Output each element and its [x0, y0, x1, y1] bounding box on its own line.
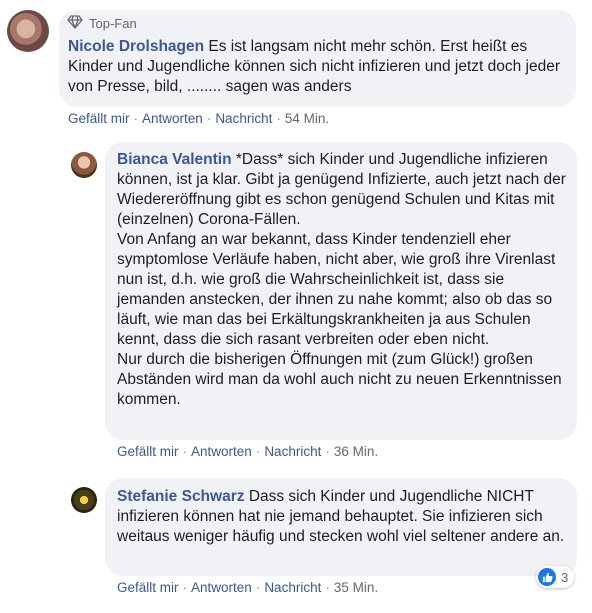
timestamp[interactable]: 54 Min. — [285, 111, 329, 126]
timestamp[interactable]: 35 Min. — [334, 580, 378, 595]
message-link[interactable]: Nachricht — [264, 580, 321, 595]
comment-text-bianca: Bianca Valentin *Dass* sich Kinder und J… — [117, 150, 574, 410]
reactions-summary[interactable]: 3 — [536, 566, 575, 588]
author-name[interactable]: Stefanie Schwarz — [117, 488, 245, 505]
message-link[interactable]: Nachricht — [264, 444, 321, 459]
comment-actions: Gefällt mir · Antworten · Nachricht · 35… — [117, 580, 379, 595]
reaction-count: 3 — [561, 569, 569, 585]
reply-link[interactable]: Antworten — [191, 580, 252, 595]
avatar-nicole[interactable] — [7, 10, 49, 52]
author-name[interactable]: Bianca Valentin — [117, 151, 232, 168]
reply-link[interactable]: Antworten — [142, 111, 203, 126]
timestamp[interactable]: 36 Min. — [334, 444, 378, 459]
comment-text-nicole: Nicole Drolshagen Es ist langsam nicht m… — [68, 37, 574, 97]
like-link[interactable]: Gefällt mir — [68, 111, 130, 126]
comment-body: *Dass* sich Kinder und Jugendliche infiz… — [117, 151, 566, 408]
diamond-icon — [67, 15, 83, 32]
avatar-bianca[interactable] — [71, 152, 97, 178]
author-name[interactable]: Nicole Drolshagen — [68, 38, 204, 55]
comment-actions: Gefällt mir · Antworten · Nachricht · 36… — [117, 444, 379, 459]
comment-text-stefanie: Stefanie Schwarz Dass sich Kinder und Ju… — [117, 487, 574, 547]
like-link[interactable]: Gefällt mir — [117, 444, 179, 459]
like-link[interactable]: Gefällt mir — [117, 580, 179, 595]
badge-label: Top-Fan — [89, 16, 137, 31]
reply-link[interactable]: Antworten — [191, 444, 252, 459]
top-fan-badge: Top-Fan — [67, 15, 137, 32]
avatar-stefanie[interactable] — [71, 487, 97, 513]
comment-actions: Gefällt mir · Antworten · Nachricht · 54… — [68, 111, 330, 126]
like-icon — [538, 568, 556, 586]
message-link[interactable]: Nachricht — [215, 111, 272, 126]
